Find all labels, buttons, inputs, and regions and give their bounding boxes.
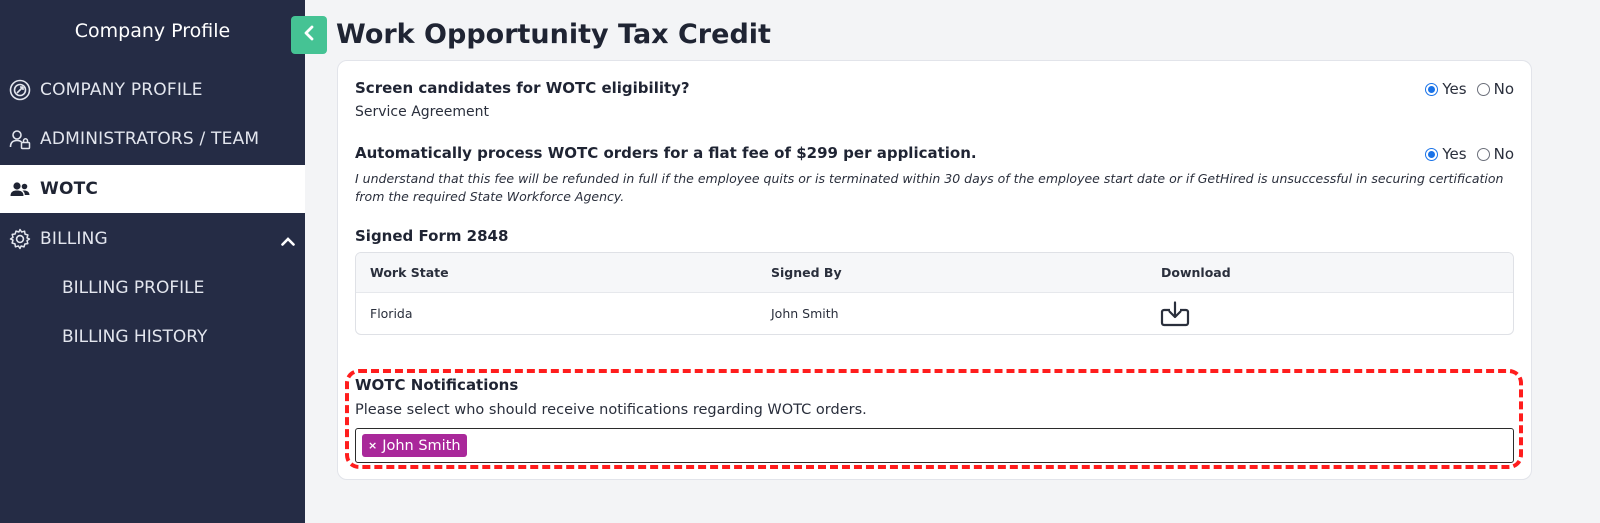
auto-process-question: Automatically process WOTC orders for a …: [355, 144, 977, 162]
column-header-signed-by: Signed By: [771, 265, 842, 280]
radio-label-yes: Yes: [1442, 80, 1467, 98]
column-header-work-state: Work State: [370, 265, 449, 280]
page-title: Work Opportunity Tax Credit: [336, 19, 771, 50]
screen-candidates-yes-radio[interactable]: [1425, 82, 1439, 96]
recipient-tag: × John Smith: [362, 434, 467, 457]
sidebar-item-wotc[interactable]: WOTC: [0, 165, 305, 213]
user-group-icon: [8, 177, 32, 201]
sidebar: Company Profile COMPANY PROFILE ADMINIST…: [0, 0, 305, 523]
sidebar-item-label: COMPANY PROFILE: [40, 80, 203, 100]
signed-form-title: Signed Form 2848: [355, 227, 509, 245]
auto-process-yes-radio[interactable]: [1425, 147, 1439, 161]
sidebar-item-administrators[interactable]: ADMINISTRATORS / TEAM: [0, 115, 305, 163]
sidebar-item-label: BILLING: [40, 229, 108, 249]
notification-recipients-select[interactable]: × John Smith: [355, 428, 1514, 463]
sidebar-item-company-profile[interactable]: COMPANY PROFILE: [0, 66, 305, 114]
cell-work-state: Florida: [370, 306, 413, 321]
remove-tag-icon[interactable]: ×: [368, 439, 377, 452]
column-header-download: Download: [1161, 265, 1231, 280]
sidebar-item-billing[interactable]: BILLING: [0, 215, 305, 263]
users-lock-icon: [8, 127, 32, 151]
gear-icon: [8, 227, 32, 251]
auto-process-radio-group: Yes No: [1425, 145, 1514, 163]
wotc-notifications-title: WOTC Notifications: [355, 376, 519, 394]
sidebar-title: Company Profile: [74, 20, 231, 42]
signed-form-table: Work State Signed By Download Florida Jo…: [355, 252, 1514, 335]
radio-label-yes: Yes: [1442, 145, 1467, 163]
recipient-tag-label: John Smith: [382, 437, 461, 454]
screen-candidates-radio-group: Yes No: [1425, 80, 1514, 98]
service-agreement-label: Service Agreement: [355, 104, 489, 120]
sidebar-subitem-billing-profile[interactable]: BILLING PROFILE: [62, 273, 204, 303]
radio-label-no: No: [1493, 145, 1514, 163]
cell-signed-by: John Smith: [771, 306, 839, 321]
refund-disclaimer: I understand that this fee will be refun…: [355, 171, 1504, 204]
screen-candidates-no-radio[interactable]: [1476, 82, 1490, 96]
sidebar-item-label: ADMINISTRATORS / TEAM: [40, 129, 260, 149]
wotc-notifications-description: Please select who should receive notific…: [355, 402, 867, 418]
download-icon[interactable]: [1160, 301, 1190, 331]
sidebar-item-label: WOTC: [40, 179, 99, 199]
sidebar-subitem-billing-history[interactable]: BILLING HISTORY: [62, 322, 207, 352]
collapse-sidebar-button[interactable]: [291, 16, 327, 54]
screen-candidates-question: Screen candidates for WOTC eligibility?: [355, 79, 690, 97]
chevron-left-icon: [303, 25, 315, 45]
table-header: Work State Signed By Download: [356, 253, 1513, 293]
chevron-up-icon[interactable]: [281, 231, 295, 250]
target-icon: [8, 78, 32, 102]
auto-process-no-radio[interactable]: [1476, 147, 1490, 161]
radio-label-no: No: [1493, 80, 1514, 98]
